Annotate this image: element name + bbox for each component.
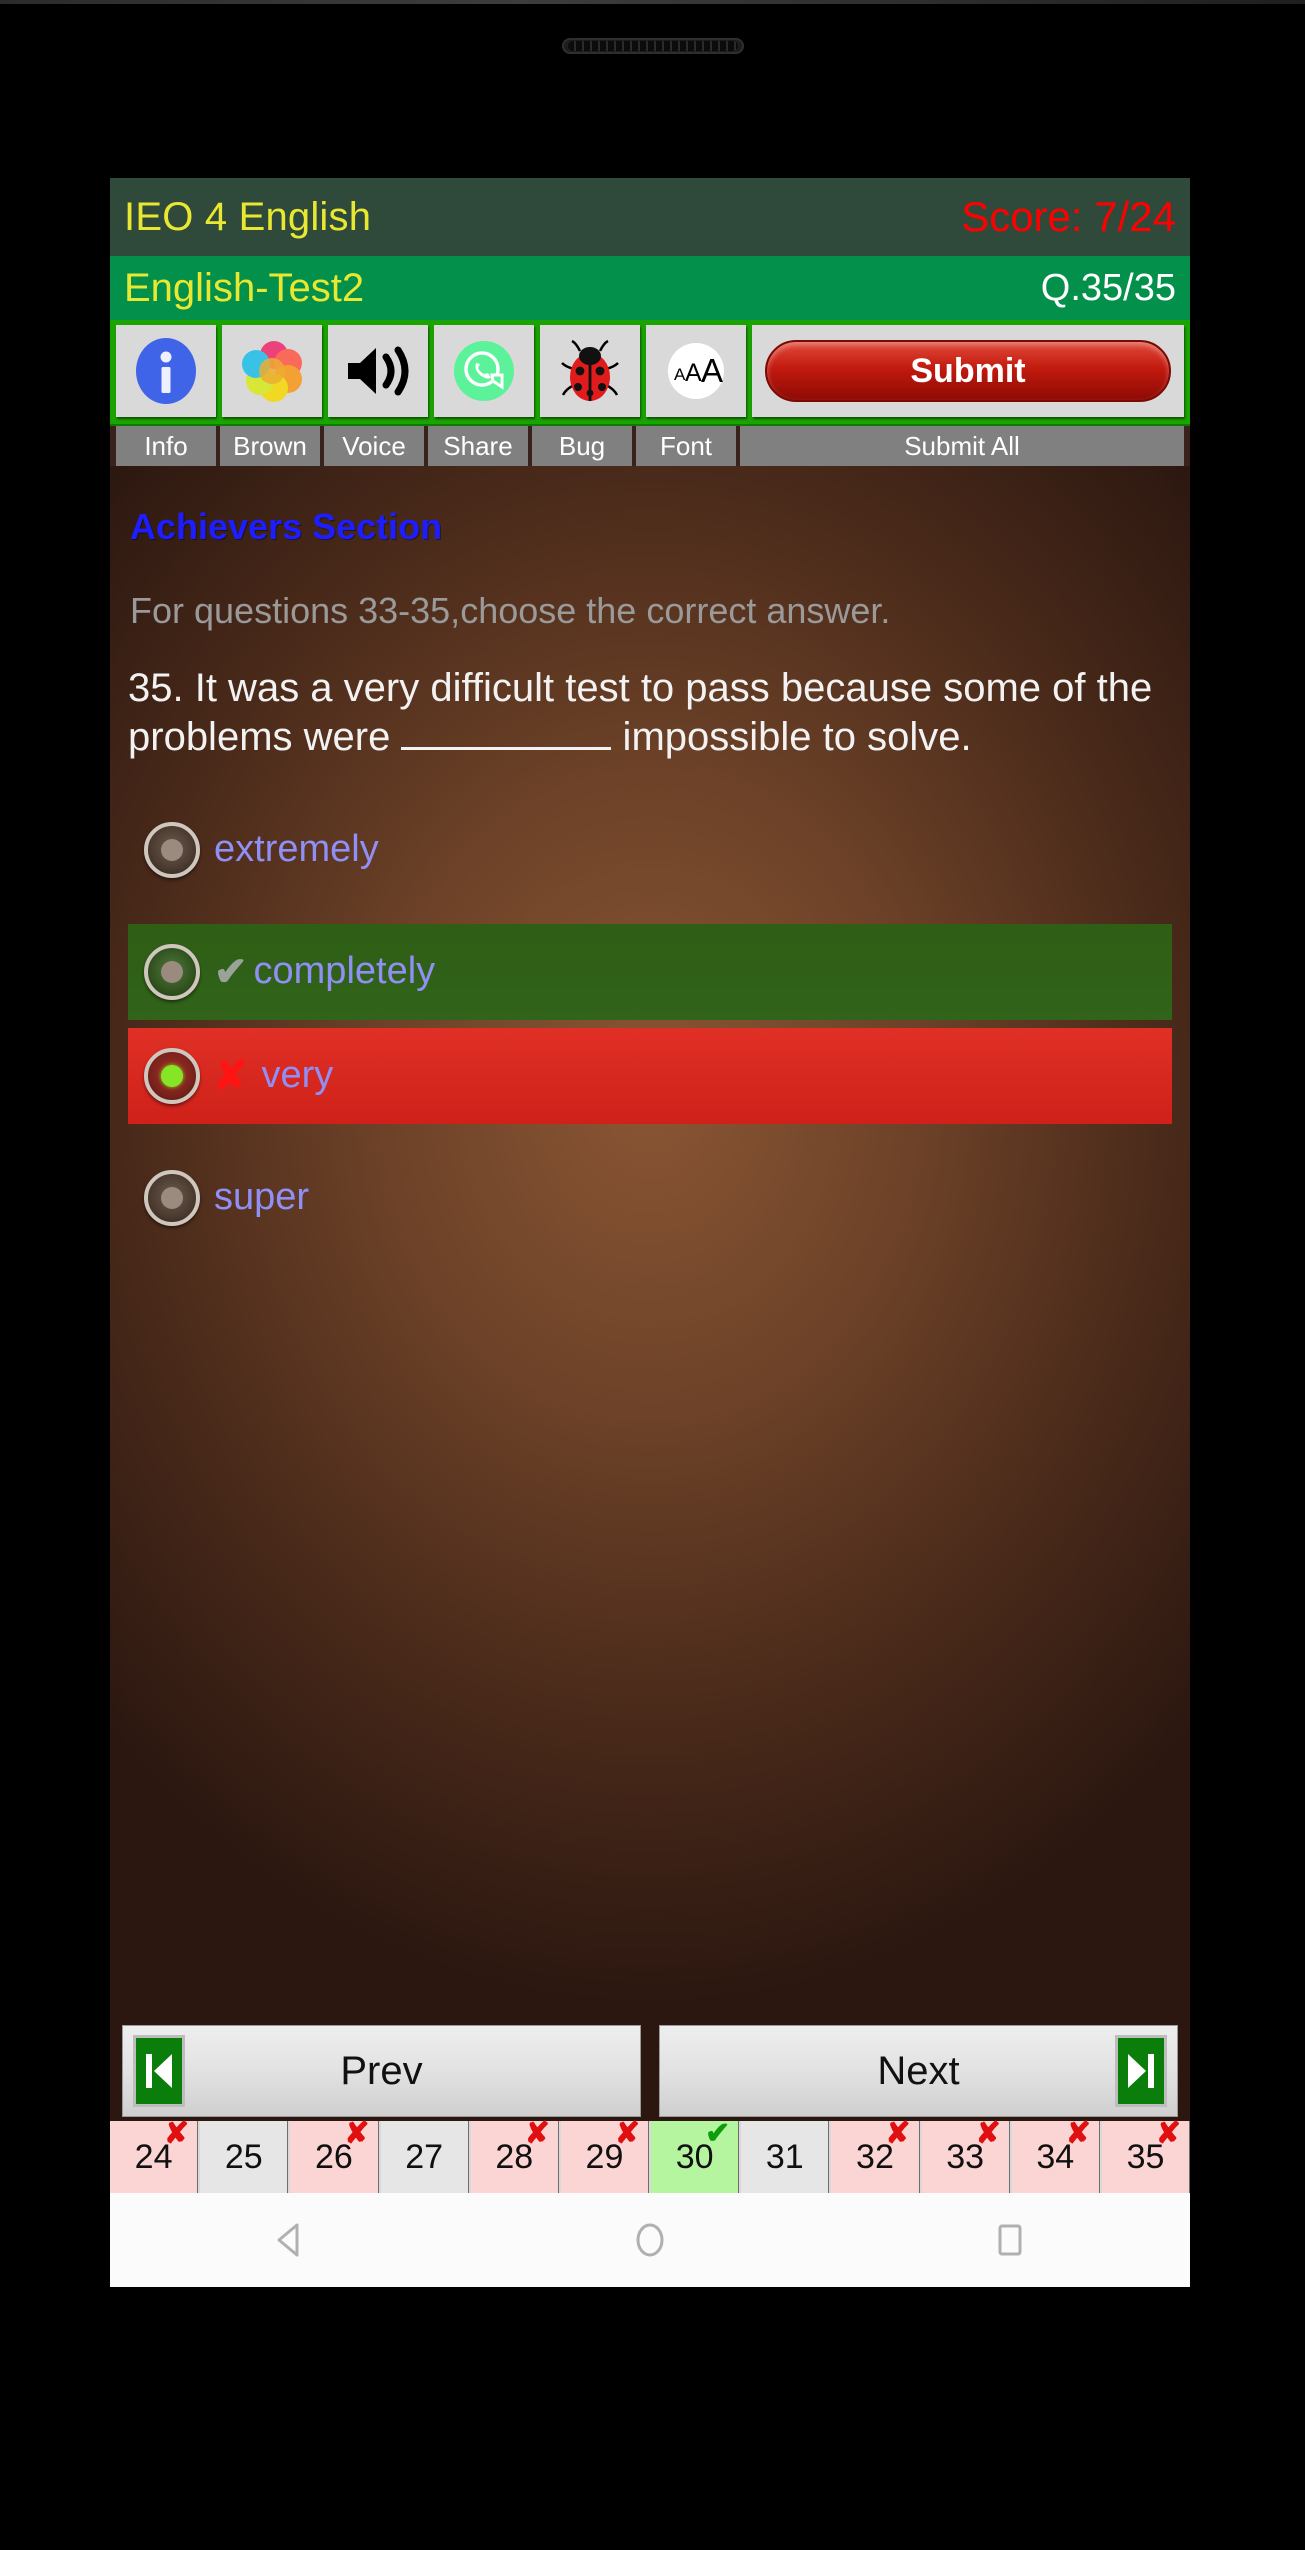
question-number-cell[interactable]: ✘ 32: [831, 2117, 920, 2193]
info-icon: [136, 338, 196, 404]
question-number-strip: ✘ 24 25 ✘ 26 27 ✘ 28 ✘ 29 ✔ 30 31 ✘ 32 ✘ 33 ✘ 34 ✘ 35: [110, 2117, 1190, 2193]
question-number-cell[interactable]: 31: [741, 2121, 830, 2193]
question-text-part2: impossible to solve.: [611, 714, 972, 759]
app-title: IEO 4 English: [124, 194, 372, 239]
toolbar-label-brown[interactable]: Brown: [220, 426, 320, 466]
share-button[interactable]: [434, 325, 534, 417]
svg-text:A: A: [685, 359, 702, 387]
home-circle-icon: [636, 2223, 664, 2257]
brown-theme-button[interactable]: [222, 325, 322, 417]
next-button[interactable]: Next: [659, 2025, 1178, 2117]
wrong-cross-icon: ✘: [1155, 2117, 1182, 2150]
app-header-bar: IEO 4 English Score: 7/24: [110, 178, 1190, 256]
earpiece-speaker-grille: [561, 38, 744, 54]
voice-button[interactable]: [328, 325, 428, 417]
phone-screen: IEO 4 English Score: 7/24 English-Test2 …: [110, 178, 1190, 2458]
wrong-cross-icon: ✘: [164, 2117, 190, 2150]
question-number-cell[interactable]: ✘ 24: [110, 2117, 199, 2193]
toolbar-label-submit-all[interactable]: Submit All: [740, 426, 1184, 466]
radio-button[interactable]: [144, 943, 200, 1000]
question-number-label: 25: [224, 2137, 263, 2176]
instruction-text: For questions 33-35,choose the correct a…: [130, 590, 891, 631]
back-triangle-icon: [277, 2223, 299, 2257]
next-button-label: Next: [877, 2048, 960, 2093]
prev-arrow-icon: [133, 2035, 185, 2107]
question-number-cell[interactable]: ✘ 26: [290, 2117, 379, 2193]
score-display: Score: 7/24: [961, 193, 1176, 240]
toolbar-label-font[interactable]: Font: [636, 426, 736, 466]
recents-square-icon: [998, 2224, 1022, 2256]
wrong-cross-icon: ✘: [344, 2117, 370, 2150]
submit-button-icon: Submit: [764, 340, 1172, 402]
svg-text:A: A: [701, 352, 723, 389]
android-home-button[interactable]: [615, 2205, 685, 2275]
radio-button[interactable]: [144, 821, 200, 878]
question-number-cell[interactable]: ✘ 28: [470, 2117, 559, 2193]
correct-check-icon: ✔: [705, 2117, 731, 2150]
toolbar-labels: Info Brown Voice Share Bug Font Submit A…: [110, 426, 1190, 466]
option-label: completely: [253, 950, 436, 993]
toolbar-label-voice[interactable]: Voice: [324, 426, 424, 466]
bug-report-button[interactable]: [540, 325, 640, 417]
whatsapp-share-icon: [454, 341, 514, 401]
wrong-cross-icon: ✘: [524, 2117, 550, 2150]
wrong-cross-icon: ✘: [975, 2117, 1001, 2150]
font-size-icon: A A A: [668, 343, 724, 399]
question-number-cell[interactable]: ✘ 33: [921, 2117, 1010, 2193]
wrong-cross-icon: ✘: [885, 2117, 911, 2150]
navigation-buttons: Prev Next: [110, 2025, 1190, 2121]
answer-blank: [401, 746, 612, 750]
option-completely[interactable]: ✔ completely: [128, 923, 1172, 1020]
prev-button[interactable]: Prev: [122, 2025, 641, 2117]
ladybug-icon: [561, 339, 619, 401]
option-label: super: [214, 1176, 310, 1219]
question-number-cell[interactable]: ✘ 35: [1101, 2117, 1190, 2193]
option-extremely[interactable]: extremely: [128, 802, 1172, 898]
device-top-edge: [0, 0, 1305, 4]
question-number-cell[interactable]: ✔ 30: [651, 2117, 740, 2193]
info-button[interactable]: [116, 325, 216, 417]
radio-button-selected[interactable]: [144, 1047, 200, 1104]
question-number-label: 27: [405, 2137, 444, 2176]
question-number-cell[interactable]: 27: [380, 2121, 469, 2193]
option-super[interactable]: super: [128, 1150, 1172, 1246]
question-number-cell[interactable]: 25: [200, 2121, 289, 2193]
wrong-cross-icon: ✘: [214, 1053, 248, 1098]
toolbar: A A A Submit: [110, 320, 1190, 426]
submit-button[interactable]: Submit: [752, 325, 1184, 417]
speaker-volume-icon: [348, 346, 409, 396]
option-very[interactable]: ✘ very: [128, 1027, 1172, 1124]
option-label: extremely: [214, 828, 379, 871]
question-number-cell[interactable]: ✘ 34: [1011, 2117, 1100, 2193]
option-label: very: [261, 1054, 334, 1097]
section-title: Achievers Section: [130, 506, 443, 547]
question-content-area: Achievers Section For questions 33-35,ch…: [110, 466, 1190, 2121]
prev-button-label: Prev: [340, 2048, 423, 2093]
android-recents-button[interactable]: [975, 2205, 1045, 2275]
android-navigation-bar: [110, 2193, 1190, 2287]
submit-button-label: Submit: [910, 351, 1026, 390]
toolbar-label-info[interactable]: Info: [116, 426, 216, 466]
android-back-button[interactable]: [255, 2205, 325, 2275]
test-header-bar: English-Test2 Q.35/35: [110, 256, 1190, 320]
correct-check-icon: ✔: [214, 949, 248, 994]
answer-options-list: extremely ✔ completely ✘ very super: [128, 802, 1172, 1246]
font-size-button[interactable]: A A A: [646, 325, 746, 417]
question-number-cell[interactable]: ✘ 29: [560, 2117, 650, 2193]
wrong-cross-icon: ✘: [1065, 2117, 1091, 2150]
question-number-label: 31: [765, 2137, 804, 2176]
wrong-cross-icon: ✘: [614, 2117, 641, 2150]
toolbar-label-share[interactable]: Share: [428, 426, 528, 466]
next-arrow-icon: [1115, 2035, 1167, 2107]
radio-button[interactable]: [144, 1169, 200, 1226]
test-name: English-Test2: [124, 265, 365, 310]
toolbar-label-bug[interactable]: Bug: [532, 426, 632, 466]
color-palette-icon: [242, 341, 302, 402]
phone-device-frame: IEO 4 English Score: 7/24 English-Test2 …: [0, 0, 1305, 2550]
question-counter: Q.35/35: [1040, 266, 1176, 309]
question-text: 35. It was a very difficult test to pass…: [128, 664, 1172, 762]
